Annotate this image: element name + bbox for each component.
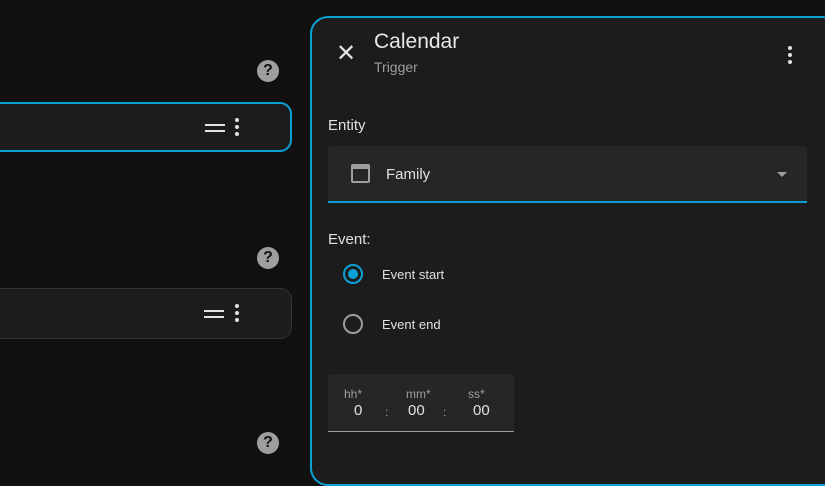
close-icon[interactable]: ✕ (336, 42, 356, 66)
entity-label: Entity (328, 117, 366, 134)
event-start-label[interactable]: Event start (382, 267, 444, 282)
dropdown-arrow-icon (777, 172, 787, 177)
drag-handle-icon[interactable] (205, 124, 225, 132)
seconds-field[interactable]: 00 (473, 402, 490, 419)
panel-title: Calendar (374, 30, 460, 53)
trigger-card[interactable] (0, 288, 292, 339)
event-start-radio[interactable] (343, 264, 363, 284)
separator: : (385, 405, 389, 419)
offset-time-input[interactable]: hh* 0 : mm* 00 : ss* 00 (328, 374, 514, 432)
more-options-icon[interactable] (788, 46, 792, 64)
help-icon[interactable]: ? (257, 247, 279, 269)
drag-handle-icon[interactable] (204, 310, 224, 318)
hours-label: hh* (344, 387, 363, 401)
hours-field[interactable]: 0 (354, 402, 362, 419)
more-options-icon[interactable] (235, 304, 239, 322)
seconds-label: ss* (468, 387, 485, 401)
event-end-radio[interactable] (343, 314, 363, 334)
event-end-label[interactable]: Event end (382, 317, 441, 332)
minutes-label: mm* (406, 387, 431, 401)
entity-select[interactable]: Family (328, 146, 807, 203)
panel-subtitle: Trigger (374, 59, 418, 75)
separator: : (443, 405, 447, 419)
trigger-editor-panel: ✕ Calendar Trigger Entity Family Event: … (310, 16, 825, 486)
calendar-icon (351, 164, 370, 183)
minutes-field[interactable]: 00 (408, 402, 425, 419)
entity-value: Family (386, 166, 431, 183)
help-icon[interactable]: ? (257, 432, 279, 454)
trigger-card-selected[interactable] (0, 102, 292, 152)
event-label: Event: (328, 231, 371, 248)
more-options-icon[interactable] (235, 118, 239, 136)
help-icon[interactable]: ? (257, 60, 279, 82)
